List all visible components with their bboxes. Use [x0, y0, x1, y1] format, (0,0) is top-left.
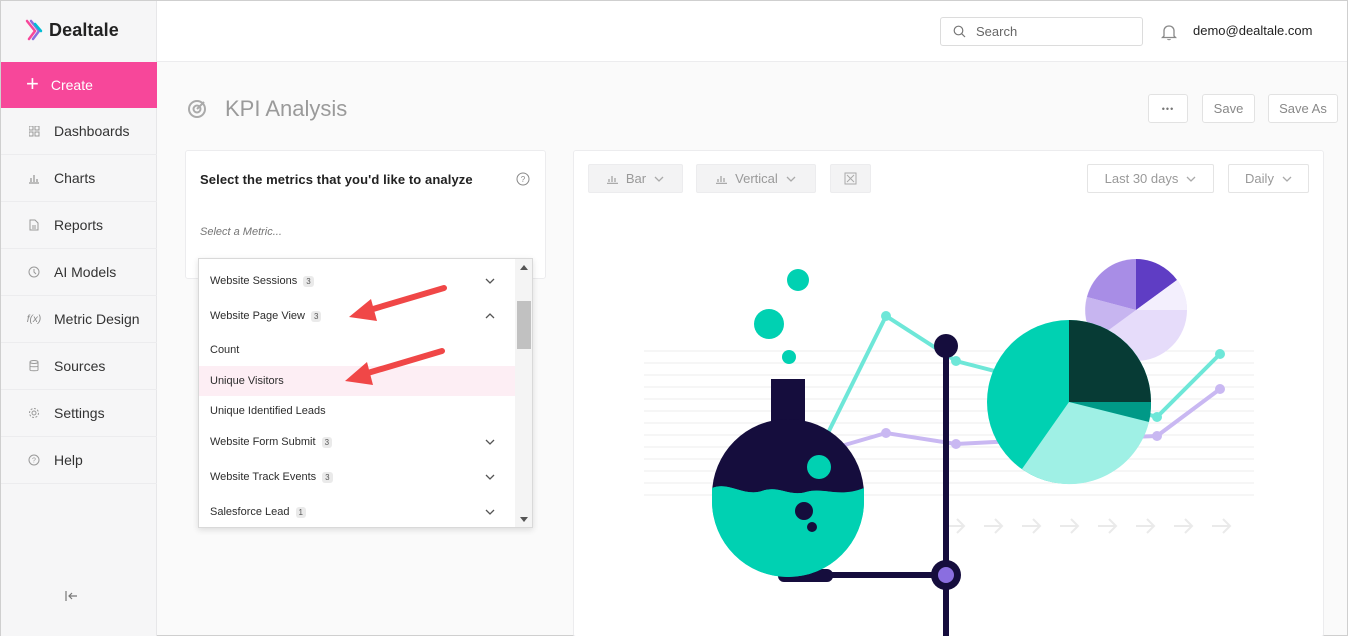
- annotation-arrow-icon: [345, 348, 445, 385]
- more-icon: •••: [1161, 103, 1175, 114]
- sidebar-item-reports[interactable]: Reports: [1, 202, 157, 249]
- option-label: Unique Visitors: [210, 375, 284, 387]
- save-as-button[interactable]: Save As: [1268, 94, 1338, 123]
- database-icon: [27, 360, 41, 372]
- chevron-down-icon: [485, 474, 495, 480]
- metric-group-salesforce-lead[interactable]: Salesforce Lead 1: [199, 498, 515, 526]
- create-label: Create: [50, 77, 93, 93]
- chart-panel: Bar Vertical Last 30 days Daily: [573, 150, 1324, 636]
- sidebar-item-metric-design[interactable]: f(x) Metric Design: [1, 296, 157, 343]
- document-icon: [27, 219, 41, 231]
- dealtale-logo-icon: [25, 19, 43, 41]
- create-button[interactable]: + Create: [1, 62, 157, 108]
- sidebar-item-charts[interactable]: Charts: [1, 155, 157, 202]
- sidebar-item-label: Sources: [54, 358, 106, 374]
- top-bar: demo@dealtale.com: [157, 1, 1347, 62]
- group-label: Salesforce Lead: [210, 506, 290, 518]
- group-label: Website Track Events: [210, 471, 317, 483]
- save-button[interactable]: Save: [1202, 94, 1255, 123]
- group-label: Website Sessions: [210, 275, 298, 287]
- sidebar: Dealtale + Create Dashboards Charts Repo…: [1, 1, 157, 636]
- group-label: Website Form Submit: [210, 436, 316, 448]
- metric-group-website-form-submit[interactable]: Website Form Submit 3: [199, 428, 515, 456]
- count-badge: 3: [322, 471, 333, 483]
- chevron-down-icon: [485, 439, 495, 445]
- sidebar-item-label: Help: [54, 452, 83, 468]
- sidebar-item-label: Metric Design: [54, 311, 140, 327]
- plus-icon: +: [26, 71, 39, 96]
- sidebar-item-label: Dashboards: [54, 123, 130, 139]
- annotation-arrow-icon: [349, 285, 447, 321]
- metric-group-website-track-events[interactable]: Website Track Events 3: [199, 463, 515, 491]
- empty-state-illustration: [644, 259, 1254, 636]
- grid-icon: [27, 125, 41, 137]
- count-badge: 1: [295, 506, 306, 518]
- count-badge: 3: [310, 310, 322, 322]
- scroll-down-arrow-icon[interactable]: [520, 517, 528, 522]
- chevron-down-icon: [485, 278, 495, 284]
- sidebar-item-label: Reports: [54, 217, 104, 233]
- metric-option-unique-identified-leads[interactable]: Unique Identified Leads: [199, 398, 515, 424]
- metric-select-input[interactable]: [200, 226, 500, 238]
- page-title: KPI Analysis: [225, 96, 348, 121]
- search-input[interactable]: [976, 24, 1126, 39]
- dropdown-scrollbar[interactable]: [515, 259, 532, 527]
- sidebar-item-help[interactable]: ? Help: [1, 437, 157, 484]
- chevron-up-icon: [485, 313, 495, 319]
- app-logo[interactable]: Dealtale: [25, 19, 119, 41]
- sidebar-item-ai-models[interactable]: AI Models: [1, 249, 157, 296]
- sidebar-item-label: AI Models: [54, 264, 117, 280]
- scroll-thumb[interactable]: [517, 301, 531, 349]
- option-label: Unique Identified Leads: [210, 405, 326, 417]
- app-name: Dealtale: [49, 19, 119, 40]
- sidebar-item-label: Settings: [54, 405, 105, 421]
- search-box[interactable]: [940, 17, 1143, 46]
- function-icon: f(x): [26, 313, 42, 325]
- help-circle-icon[interactable]: ?: [516, 172, 530, 191]
- sidebar-item-settings[interactable]: Settings: [1, 390, 157, 437]
- more-options-button[interactable]: •••: [1148, 94, 1188, 123]
- sidebar-item-sources[interactable]: Sources: [1, 343, 157, 390]
- ai-icon: [27, 266, 41, 278]
- bar-chart-icon: [27, 173, 41, 184]
- sidebar-item-dashboards[interactable]: Dashboards: [1, 108, 157, 155]
- svg-text:?: ?: [32, 458, 36, 465]
- count-badge: 3: [303, 275, 314, 287]
- svg-text:?: ?: [521, 175, 526, 184]
- metrics-question: Select the metrics that you'd like to an…: [200, 172, 473, 187]
- notifications-bell-icon[interactable]: [1160, 23, 1178, 46]
- search-icon: [953, 25, 966, 38]
- sidebar-item-label: Charts: [54, 170, 96, 186]
- sidebar-nav: Dashboards Charts Reports AI Models f(x)…: [1, 108, 157, 484]
- user-email[interactable]: demo@dealtale.com: [1193, 23, 1312, 38]
- page-header: KPI Analysis: [187, 96, 347, 122]
- collapse-sidebar-icon[interactable]: [65, 589, 79, 605]
- chevron-down-icon: [485, 509, 495, 515]
- group-label: Website Page View: [210, 310, 305, 322]
- target-icon: [188, 100, 206, 118]
- option-label: Count: [210, 344, 240, 356]
- count-badge: 3: [321, 436, 333, 448]
- scroll-up-arrow-icon[interactable]: [520, 265, 528, 270]
- gear-icon: [27, 407, 41, 419]
- help-icon: ?: [27, 454, 41, 466]
